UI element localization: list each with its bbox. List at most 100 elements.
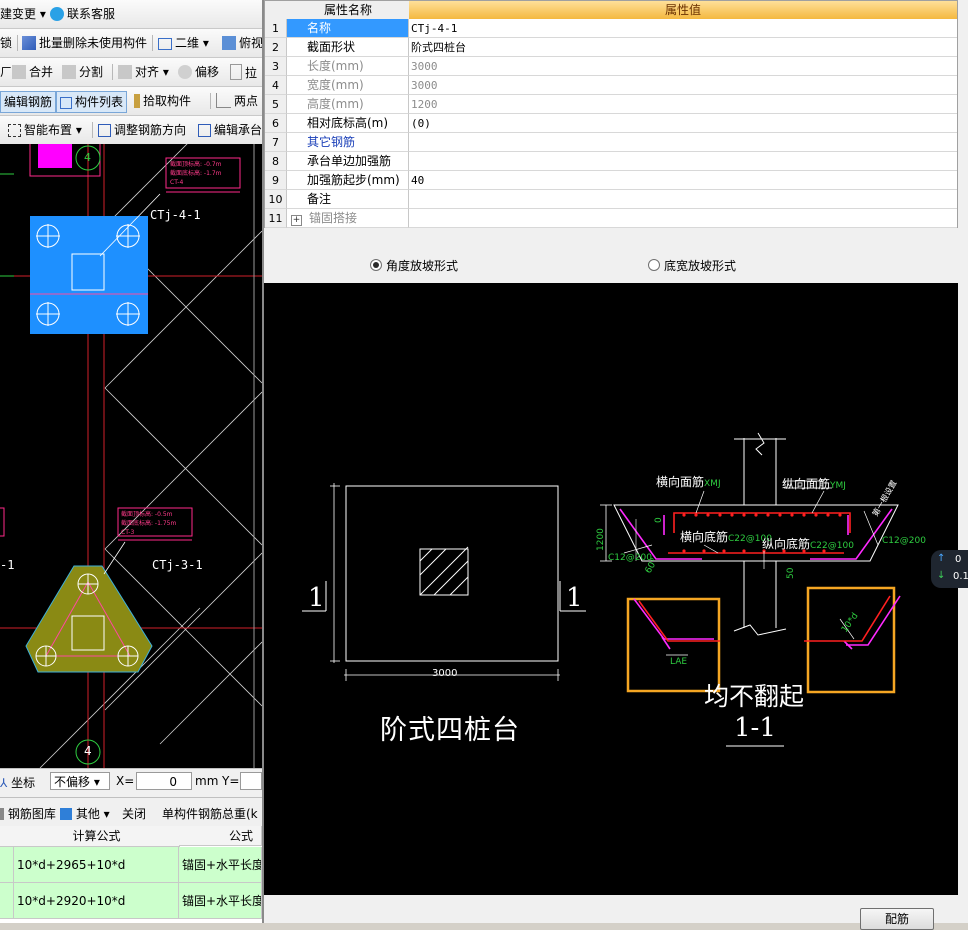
property-row[interactable]: 11 + 锚固搭接 (265, 209, 957, 228)
label-v-top: 纵向面筋YMJ (782, 477, 846, 491)
other-menu[interactable]: 其他 ▾ (60, 805, 110, 822)
property-value[interactable] (409, 133, 957, 152)
table-cell[interactable]: 锚固+水平长度 (179, 883, 262, 919)
row-number: 1 (265, 19, 287, 38)
pick-component-button[interactable]: 拾取构件 (134, 93, 191, 109)
table-corner (0, 826, 15, 847)
separator (17, 35, 18, 51)
tag-line: 截面顶标高: -0.7m (170, 161, 222, 168)
x-input[interactable]: 0 (136, 772, 192, 790)
radio-dot-selected (370, 259, 382, 271)
offset-button[interactable]: 偏移 (178, 64, 219, 80)
table-cell[interactable]: 10*d+2965+10*d (14, 847, 179, 883)
view-2d-button[interactable]: 二维 ▾ (158, 35, 209, 51)
adjust-direction-icon (98, 124, 111, 137)
tag-line: 截面底标高: -1.7m (170, 170, 222, 177)
adjust-direction-button[interactable]: 调整钢筋方向 (98, 122, 186, 138)
property-row[interactable]: 1 名称 CTj-4-1 (265, 19, 957, 38)
rebar-library-button[interactable]: 钢筋图库 (0, 805, 56, 822)
tag-line: CT-4 (170, 179, 184, 186)
table-cell[interactable]: 10*d+2920+10*d (14, 883, 179, 919)
property-value[interactable]: 3000 (409, 76, 957, 95)
property-row[interactable]: 6 相对底标高(m) (0) (265, 114, 957, 133)
stretch-button[interactable]: 拉 (230, 64, 257, 80)
change-menu[interactable]: 建变更 ▾ (0, 6, 46, 22)
view-3d-button[interactable]: 俯视 (222, 35, 262, 51)
x-unit: mm (195, 774, 219, 788)
property-row[interactable]: 8 承台单边加强筋 (265, 152, 957, 171)
property-name: 加强筋起步(mm) (287, 171, 409, 190)
rebar-config-button[interactable]: 配筋 (860, 908, 934, 930)
cap-block[interactable] (38, 144, 72, 168)
toolbar-row-4: 编辑钢筋 构件列表 拾取构件 两点 (0, 87, 262, 116)
property-value[interactable] (409, 152, 957, 171)
row-number: 8 (265, 152, 287, 171)
property-value[interactable]: CTj-4-1 (409, 19, 957, 38)
property-row[interactable]: 7 其它钢筋 (265, 133, 957, 152)
radio-dot (648, 259, 660, 271)
label-h-top: 横向面筋XMJ (656, 475, 721, 489)
close-button[interactable]: 关闭 (122, 805, 146, 822)
section-mark-right: 1 (566, 583, 583, 613)
row-number: 7 (265, 133, 287, 152)
coordinate-bar: ⅄ 坐标 不偏移 ▾ X= 0 mm Y= (0, 768, 262, 796)
support-button[interactable]: 联系客服 (50, 6, 115, 22)
download-icon: ↓ (937, 570, 946, 581)
property-value[interactable] (409, 190, 957, 209)
plan-title: 阶式四桩台 (380, 715, 520, 746)
two-point-button[interactable]: 两点 (216, 93, 258, 109)
property-row[interactable]: 4 宽度(mm) 3000 (265, 76, 957, 95)
cap-ctj-4-1[interactable] (30, 216, 148, 334)
property-row[interactable]: 9 加强筋起步(mm) 40 (265, 171, 957, 190)
property-value[interactable]: 40 (409, 171, 957, 190)
radio-bottom-width-slope[interactable]: 底宽放坡形式 (648, 259, 736, 273)
support-icon (50, 7, 64, 21)
smart-layout-button[interactable]: 智能布置 ▾ (8, 122, 82, 138)
property-name-text: 宽度(mm) (307, 78, 364, 92)
property-grid: 属性名称 属性值 1 名称 CTj-4-1 2 截面形状 阶式四桩台 3 长度(mm) 3000… (264, 0, 958, 228)
label-height: 1200 (596, 528, 606, 551)
radio-angle-slope[interactable]: 角度放坡形式 (370, 259, 458, 273)
coordinate-button[interactable]: ⅄ 坐标 (0, 774, 35, 791)
rebar-toolbar: 钢筋图库 其他 ▾ 关闭 单构件钢筋总重(k (0, 797, 262, 826)
network-speed-widget[interactable]: ↑ 0 ↓ 0.1 (931, 550, 968, 588)
rebar-library-icon (0, 808, 4, 820)
edit-cap-button[interactable]: 编辑承台 (198, 122, 262, 138)
split-icon (62, 65, 76, 79)
property-value[interactable] (409, 209, 957, 228)
property-row[interactable]: 3 长度(mm) 3000 (265, 57, 957, 76)
property-value[interactable]: 1200 (409, 95, 957, 114)
merge-button[interactable]: 合并 (12, 64, 53, 80)
row-number: 6 (265, 114, 287, 133)
property-name-text: 高度(mm) (307, 97, 364, 111)
property-name-text: 截面形状 (307, 40, 356, 54)
property-row[interactable]: 2 截面形状 阶式四桩台 (265, 38, 957, 57)
property-name-text: 其它钢筋 (307, 135, 356, 149)
property-name-text: 备注 (307, 192, 332, 206)
plan-canvas[interactable]: 截面顶标高: -0.7m 截面底标高: -1.7m CT-4 截面顶标高: -0… (0, 144, 262, 768)
y-input[interactable] (240, 772, 262, 790)
misc-icon[interactable]: ㄏ (0, 64, 12, 80)
upload-icon: ↑ (937, 553, 946, 564)
split-button[interactable]: 分割 (62, 64, 103, 80)
property-value[interactable]: 阶式四桩台 (409, 38, 957, 57)
component-list-button[interactable]: 构件列表 (56, 91, 128, 113)
property-name-text: 相对底标高(m) (307, 116, 389, 130)
left-panel: 建变更 ▾ 联系客服 锁 批量删除未使用构件 二维 ▾ 俯视 ㄏ 合并 分割 对… (0, 0, 262, 923)
separator (152, 35, 153, 51)
property-row[interactable]: 5 高度(mm) 1200 (265, 95, 957, 114)
property-name: 名称 (287, 19, 409, 38)
cap-ctj-3-1[interactable] (25, 565, 153, 673)
table-cell[interactable]: 锚固+水平长度 (179, 847, 262, 883)
lock-button[interactable]: 锁 (0, 35, 12, 51)
align-button[interactable]: 对齐 ▾ (118, 64, 169, 80)
property-value[interactable]: (0) (409, 114, 957, 133)
property-row[interactable]: 10 备注 (265, 190, 957, 209)
expand-icon[interactable]: + (291, 215, 302, 226)
property-value[interactable]: 3000 (409, 57, 957, 76)
batch-delete-button[interactable]: 批量删除未使用构件 (22, 35, 147, 51)
label-zero: 0 (654, 517, 664, 523)
offset-select[interactable]: 不偏移 ▾ (50, 772, 110, 790)
edit-rebar-button[interactable]: 编辑钢筋 (0, 91, 57, 113)
header-property-name: 属性名称 (287, 1, 410, 19)
